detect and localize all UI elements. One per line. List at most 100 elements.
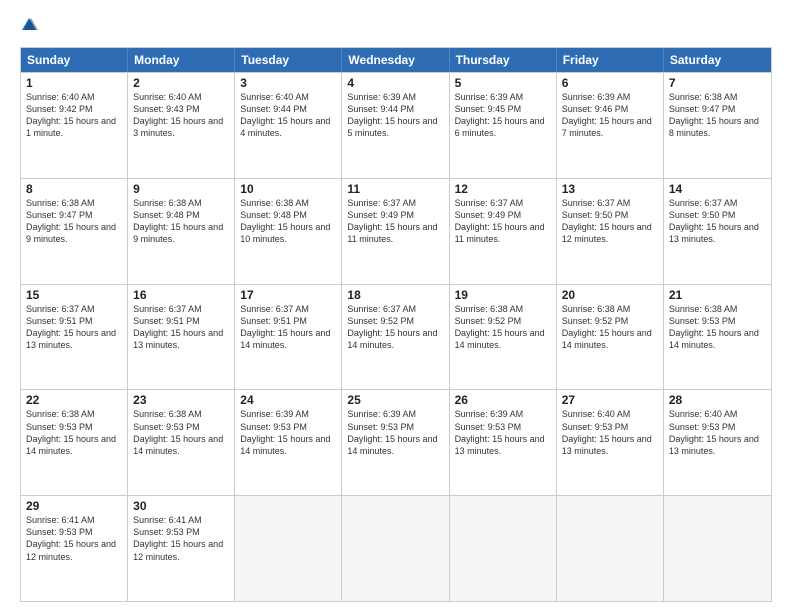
calendar-cell: 18Sunrise: 6:37 AMSunset: 9:52 PMDayligh… <box>342 285 449 390</box>
cell-text: Sunrise: 6:38 AMSunset: 9:47 PMDaylight:… <box>669 91 766 140</box>
cell-text: Sunrise: 6:41 AMSunset: 9:53 PMDaylight:… <box>133 514 229 563</box>
header-day: Friday <box>557 48 664 72</box>
calendar-cell <box>342 496 449 601</box>
header-day: Tuesday <box>235 48 342 72</box>
calendar-cell <box>235 496 342 601</box>
day-number: 10 <box>240 182 336 196</box>
day-number: 20 <box>562 288 658 302</box>
cell-text: Sunrise: 6:38 AMSunset: 9:52 PMDaylight:… <box>455 303 551 352</box>
cell-text: Sunrise: 6:38 AMSunset: 9:48 PMDaylight:… <box>240 197 336 246</box>
day-number: 14 <box>669 182 766 196</box>
cell-text: Sunrise: 6:37 AMSunset: 9:50 PMDaylight:… <box>669 197 766 246</box>
calendar-cell: 5Sunrise: 6:39 AMSunset: 9:45 PMDaylight… <box>450 73 557 178</box>
header-day: Wednesday <box>342 48 449 72</box>
day-number: 3 <box>240 76 336 90</box>
cell-text: Sunrise: 6:37 AMSunset: 9:51 PMDaylight:… <box>133 303 229 352</box>
calendar-row: 15Sunrise: 6:37 AMSunset: 9:51 PMDayligh… <box>21 284 771 390</box>
calendar-row: 29 Sunrise: 6:41 AMSunset: 9:53 PMDayligh… <box>21 495 771 601</box>
cell-text: Sunrise: 6:37 AMSunset: 9:50 PMDaylight:… <box>562 197 658 246</box>
calendar-cell: 8Sunrise: 6:38 AMSunset: 9:47 PMDaylight… <box>21 179 128 284</box>
calendar-body: 1Sunrise: 6:40 AMSunset: 9:42 PMDaylight… <box>21 72 771 601</box>
calendar-cell: 4Sunrise: 6:39 AMSunset: 9:44 PMDaylight… <box>342 73 449 178</box>
calendar-cell: 3Sunrise: 6:40 AMSunset: 9:44 PMDaylight… <box>235 73 342 178</box>
day-number: 23 <box>133 393 229 407</box>
calendar-header: SundayMondayTuesdayWednesdayThursdayFrid… <box>21 48 771 72</box>
calendar-cell: 13Sunrise: 6:37 AMSunset: 9:50 PMDayligh… <box>557 179 664 284</box>
day-number: 12 <box>455 182 551 196</box>
calendar-cell: 10Sunrise: 6:38 AMSunset: 9:48 PMDayligh… <box>235 179 342 284</box>
calendar-cell: 2Sunrise: 6:40 AMSunset: 9:43 PMDaylight… <box>128 73 235 178</box>
day-number: 5 <box>455 76 551 90</box>
header-day: Saturday <box>664 48 771 72</box>
header-day: Sunday <box>21 48 128 72</box>
calendar-row: 1Sunrise: 6:40 AMSunset: 9:42 PMDaylight… <box>21 72 771 178</box>
calendar-cell: 29Sunrise: 6:41 AMSunset: 9:53 PMDayligh… <box>21 496 128 601</box>
cell-text: Sunrise: 6:37 AMSunset: 9:51 PMDaylight:… <box>26 303 122 352</box>
calendar-cell: 14Sunrise: 6:37 AMSunset: 9:50 PMDayligh… <box>664 179 771 284</box>
cell-text: Sunrise: 6:40 AMSunset: 9:44 PMDaylight:… <box>240 91 336 140</box>
day-number: 6 <box>562 76 658 90</box>
cell-text: Sunrise: 6:37 AMSunset: 9:49 PMDaylight:… <box>455 197 551 246</box>
cell-text: Sunrise: 6:37 AMSunset: 9:52 PMDaylight:… <box>347 303 443 352</box>
day-number: 13 <box>562 182 658 196</box>
day-number: 28 <box>669 393 766 407</box>
calendar-cell: 1Sunrise: 6:40 AMSunset: 9:42 PMDaylight… <box>21 73 128 178</box>
calendar-cell: 25Sunrise: 6:39 AMSunset: 9:53 PMDayligh… <box>342 390 449 495</box>
calendar-cell: 20Sunrise: 6:38 AMSunset: 9:52 PMDayligh… <box>557 285 664 390</box>
cell-text: Sunrise: 6:40 AMSunset: 9:42 PMDaylight:… <box>26 91 122 140</box>
day-number: 8 <box>26 182 122 196</box>
cell-text: Sunrise: 6:39 AMSunset: 9:53 PMDaylight:… <box>240 408 336 457</box>
day-number: 25 <box>347 393 443 407</box>
calendar-row: 22Sunrise: 6:38 AMSunset: 9:53 PMDayligh… <box>21 389 771 495</box>
cell-text: Sunrise: 6:38 AMSunset: 9:52 PMDaylight:… <box>562 303 658 352</box>
day-number: 21 <box>669 288 766 302</box>
calendar-cell: 17Sunrise: 6:37 AMSunset: 9:51 PMDayligh… <box>235 285 342 390</box>
header-day: Thursday <box>450 48 557 72</box>
day-number: 4 <box>347 76 443 90</box>
day-number: 26 <box>455 393 551 407</box>
day-number: 11 <box>347 182 443 196</box>
calendar-cell: 24Sunrise: 6:39 AMSunset: 9:53 PMDayligh… <box>235 390 342 495</box>
calendar-row: 8Sunrise: 6:38 AMSunset: 9:47 PMDaylight… <box>21 178 771 284</box>
logo <box>20 16 40 39</box>
calendar-cell: 28Sunrise: 6:40 AMSunset: 9:53 PMDayligh… <box>664 390 771 495</box>
calendar-cell: 11Sunrise: 6:37 AMSunset: 9:49 PMDayligh… <box>342 179 449 284</box>
cell-text: Sunrise: 6:38 AMSunset: 9:47 PMDaylight:… <box>26 197 122 246</box>
calendar-cell: 26Sunrise: 6:39 AMSunset: 9:53 PMDayligh… <box>450 390 557 495</box>
day-number: 18 <box>347 288 443 302</box>
calendar-cell: 9Sunrise: 6:38 AMSunset: 9:48 PMDaylight… <box>128 179 235 284</box>
cell-text: Sunrise: 6:37 AMSunset: 9:49 PMDaylight:… <box>347 197 443 246</box>
calendar-cell: 22Sunrise: 6:38 AMSunset: 9:53 PMDayligh… <box>21 390 128 495</box>
header <box>20 16 772 39</box>
calendar-cell: 30Sunrise: 6:41 AMSunset: 9:53 PMDayligh… <box>128 496 235 601</box>
cell-text: Sunrise: 6:38 AMSunset: 9:53 PMDaylight:… <box>133 408 229 457</box>
calendar-cell: 23Sunrise: 6:38 AMSunset: 9:53 PMDayligh… <box>128 390 235 495</box>
cell-text: Sunrise: 6:39 AMSunset: 9:53 PMDaylight:… <box>347 408 443 457</box>
calendar-cell: 21Sunrise: 6:38 AMSunset: 9:53 PMDayligh… <box>664 285 771 390</box>
day-number: 16 <box>133 288 229 302</box>
calendar: SundayMondayTuesdayWednesdayThursdayFrid… <box>20 47 772 602</box>
cell-text: Sunrise: 6:38 AMSunset: 9:53 PMDaylight:… <box>26 408 122 457</box>
cell-text: Sunrise: 6:40 AMSunset: 9:53 PMDaylight:… <box>562 408 658 457</box>
calendar-cell: 15Sunrise: 6:37 AMSunset: 9:51 PMDayligh… <box>21 285 128 390</box>
day-number: 29 <box>26 499 122 513</box>
day-number: 24 <box>240 393 336 407</box>
cell-text: Sunrise: 6:40 AMSunset: 9:53 PMDaylight:… <box>669 408 766 457</box>
cell-text: Sunrise: 6:39 AMSunset: 9:46 PMDaylight:… <box>562 91 658 140</box>
day-number: 27 <box>562 393 658 407</box>
day-number: 1 <box>26 76 122 90</box>
calendar-cell <box>450 496 557 601</box>
calendar-cell <box>664 496 771 601</box>
calendar-cell: 16Sunrise: 6:37 AMSunset: 9:51 PMDayligh… <box>128 285 235 390</box>
day-number: 15 <box>26 288 122 302</box>
cell-text: Sunrise: 6:39 AMSunset: 9:53 PMDaylight:… <box>455 408 551 457</box>
cell-text: Sunrise: 6:38 AMSunset: 9:53 PMDaylight:… <box>669 303 766 352</box>
calendar-cell: 6Sunrise: 6:39 AMSunset: 9:46 PMDaylight… <box>557 73 664 178</box>
day-number: 17 <box>240 288 336 302</box>
day-number: 7 <box>669 76 766 90</box>
cell-text: Sunrise: 6:40 AMSunset: 9:43 PMDaylight:… <box>133 91 229 140</box>
calendar-cell: 27Sunrise: 6:40 AMSunset: 9:53 PMDayligh… <box>557 390 664 495</box>
cell-text: Sunrise: 6:37 AMSunset: 9:51 PMDaylight:… <box>240 303 336 352</box>
day-number: 19 <box>455 288 551 302</box>
calendar-cell: 7Sunrise: 6:38 AMSunset: 9:47 PMDaylight… <box>664 73 771 178</box>
